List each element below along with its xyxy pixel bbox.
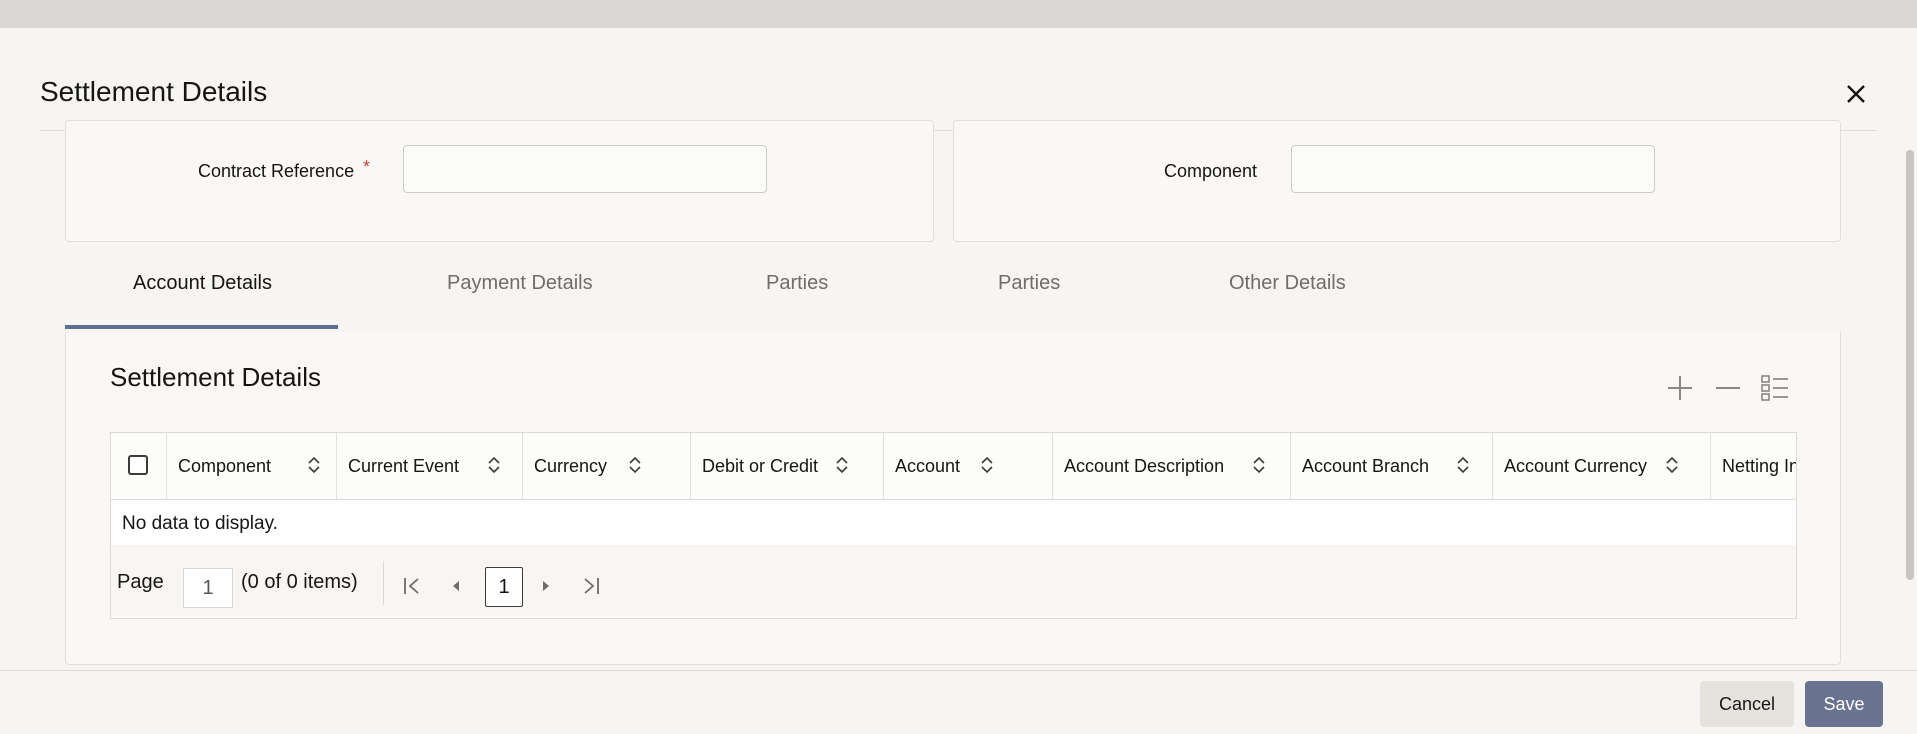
contract-reference-input[interactable] [403,145,767,193]
component-panel: Component [953,120,1841,242]
tab-account-details[interactable]: Account Details [133,272,272,295]
minus-icon[interactable] [1712,372,1744,404]
settlement-details-section: Settlement Details Component Current Eve… [65,332,1841,665]
column-account-description[interactable]: Account Description [1053,433,1291,499]
empty-table-message: No data to display. [122,513,278,534]
table-header: Component Current Event Currency Debit o… [111,433,1796,500]
previous-page-icon[interactable] [445,575,467,597]
column-header-label: Account Branch [1302,456,1430,476]
column-account-branch[interactable]: Account Branch [1291,433,1493,499]
active-tab-indicator [65,325,338,329]
pager-divider [383,561,384,605]
tab-bar: Account Details Payment Details Parties … [65,262,1839,332]
column-current-event[interactable]: Current Event [337,433,523,499]
next-page-icon[interactable] [535,575,557,597]
column-account-currency[interactable]: Account Currency [1493,433,1711,499]
column-header-label: Component [178,456,272,476]
select-all-cell [111,433,167,499]
sort-icon[interactable] [1456,455,1470,475]
sort-icon[interactable] [980,455,994,475]
section-title: Settlement Details [110,362,321,392]
tab-parties-2[interactable]: Parties [998,272,1060,295]
column-header-label: Currency [534,456,608,476]
sort-icon[interactable] [1665,455,1679,475]
column-component[interactable]: Component [167,433,337,499]
sort-icon[interactable] [628,455,642,475]
first-page-icon[interactable] [401,575,423,597]
background-strip [0,0,1917,28]
column-debit-or-credit[interactable]: Debit or Credit [691,433,884,499]
item-count: (0 of 0 items) [241,571,358,593]
column-header-label: Debit or Credit [702,456,819,476]
close-icon[interactable] [1840,78,1872,110]
list-view-icon[interactable] [1759,372,1791,404]
save-button[interactable]: Save [1805,681,1883,727]
component-input[interactable] [1291,145,1655,193]
sort-icon[interactable] [835,455,849,475]
tab-parties-1[interactable]: Parties [766,272,828,295]
contract-reference-label: Contract Reference [198,161,355,181]
tab-other-details[interactable]: Other Details [1229,272,1346,295]
cancel-button[interactable]: Cancel [1700,681,1794,727]
page-label: Page [117,571,164,593]
column-header-label: Account Currency [1504,456,1648,476]
footer-divider [0,670,1917,671]
page-number-input[interactable]: 1 [183,568,233,608]
column-header-label: Current Event [348,456,460,476]
select-all-checkbox[interactable] [128,455,148,475]
tab-payment-details[interactable]: Payment Details [447,272,593,295]
last-page-icon[interactable] [580,575,602,597]
column-header-label: Netting In [1722,456,1797,476]
sort-icon[interactable] [487,455,501,475]
settlement-table: Component Current Event Currency Debit o… [110,432,1797,619]
required-marker: * [363,157,371,177]
plus-icon[interactable] [1664,372,1696,404]
vertical-scrollbar[interactable] [1906,150,1914,580]
column-account[interactable]: Account [884,433,1053,499]
column-netting-in[interactable]: Netting In [1711,433,1797,499]
current-page-button[interactable]: 1 [485,567,523,607]
column-header-label: Account [895,456,961,476]
pagination-bar: Page 1 (0 of 0 items) 1 [111,545,1796,617]
column-header-label: Account Description [1064,456,1225,476]
sort-icon[interactable] [307,455,321,475]
component-label: Component [1164,161,1258,181]
contract-reference-panel: Contract Reference * [65,120,934,242]
sort-icon[interactable] [1252,455,1266,475]
dialog-title: Settlement Details [40,76,268,107]
column-currency[interactable]: Currency [523,433,691,499]
